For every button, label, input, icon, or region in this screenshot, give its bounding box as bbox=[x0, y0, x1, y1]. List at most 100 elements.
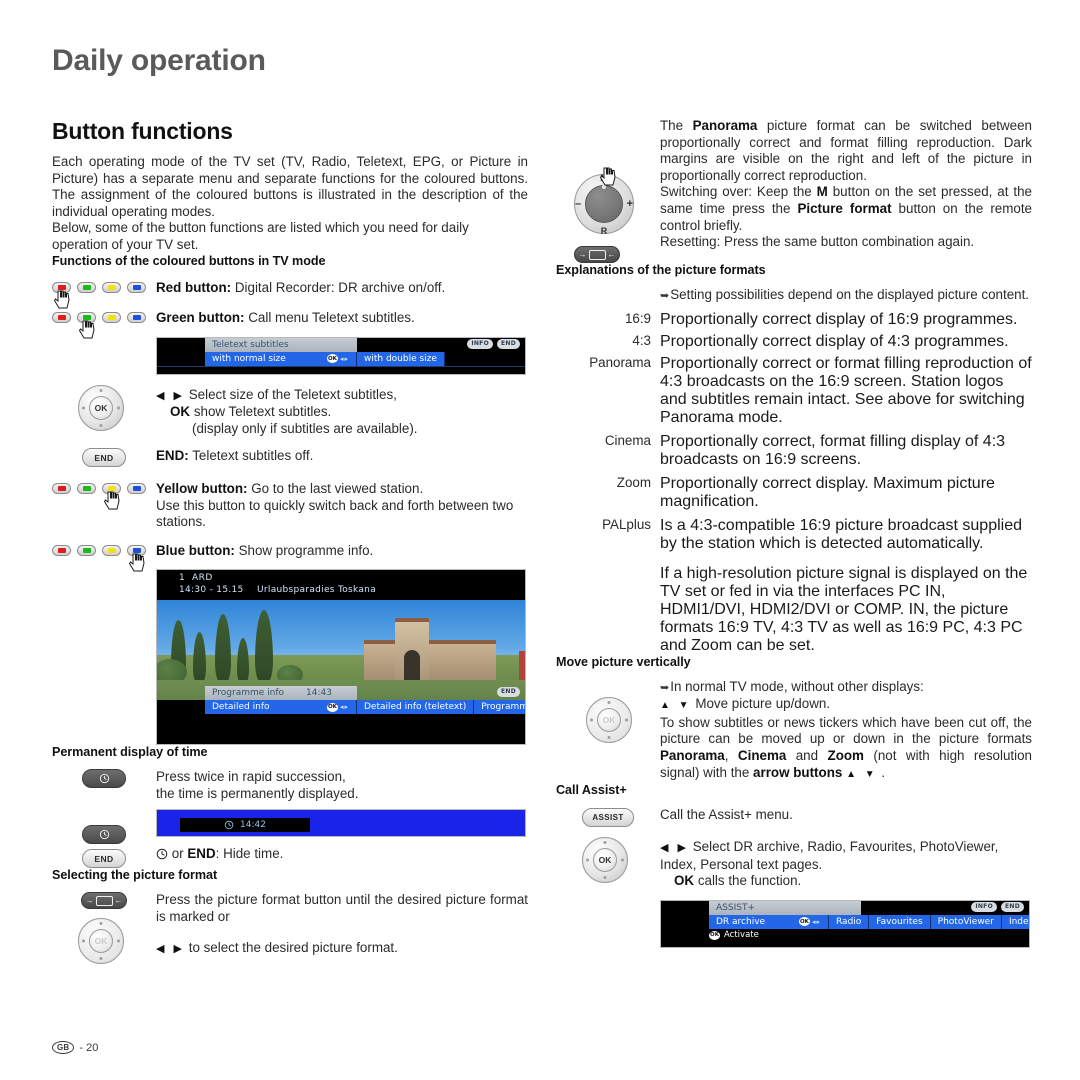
move-hint: ➥ In normal TV mode, without other displa… bbox=[660, 678, 924, 694]
green-button-description: Green button: Call menu Teletext subtitl… bbox=[156, 310, 528, 327]
osd-channel-line: 1 ARD bbox=[179, 573, 525, 583]
red-button-icon[interactable] bbox=[52, 312, 71, 324]
ok-label: OK bbox=[170, 404, 191, 420]
end-key-icon[interactable]: END bbox=[82, 849, 126, 869]
ok-navigation-hint: OK ◂▸ bbox=[326, 702, 349, 712]
format-definition: Proportionally correct display. Maximum … bbox=[660, 474, 995, 510]
ok-button-icon[interactable]: OK bbox=[597, 707, 621, 732]
osd-title: ASSIST+ bbox=[709, 900, 861, 915]
red-button-icon[interactable] bbox=[52, 483, 71, 495]
subheading-explanations-formats: Explanations of the picture formats bbox=[556, 263, 766, 277]
left-right-arrow-icons: ◀ ▶ bbox=[156, 943, 185, 956]
osd-item-detailed-info-teletext[interactable]: Detailed info (teletext) bbox=[357, 700, 475, 715]
time-press-line-2: the time is permanently displayed. bbox=[156, 786, 359, 801]
colour-button-strip-green[interactable] bbox=[52, 312, 156, 339]
osd-item-photoviewer[interactable]: PhotoViewer bbox=[930, 914, 1002, 929]
ok-label: OK bbox=[674, 873, 695, 889]
navigation-pad-ok-icon[interactable]: OK bbox=[78, 918, 124, 965]
ok-chip-icon: OK bbox=[326, 354, 338, 364]
time-press-line-1: Press twice in rapid succession, bbox=[156, 769, 346, 785]
end-key-icon[interactable]: END bbox=[82, 448, 126, 468]
yellow-button-icon[interactable] bbox=[102, 281, 121, 293]
osd-bottom-rule bbox=[157, 365, 525, 370]
osd-item-radio[interactable]: Radio bbox=[829, 914, 870, 929]
osd-channel-name: ARD bbox=[191, 573, 213, 584]
blue-button-icon[interactable] bbox=[127, 312, 146, 324]
clock-glyph-icon bbox=[99, 774, 109, 784]
osd-footer: OK Activate bbox=[661, 928, 1029, 942]
up-down-arrow-icons: ▲ ▼ bbox=[846, 768, 878, 780]
blue-button-icon[interactable] bbox=[127, 281, 146, 293]
end-key-hint: END bbox=[1000, 901, 1024, 912]
red-button-icon[interactable] bbox=[52, 544, 71, 556]
dial-plus-label: + bbox=[626, 198, 633, 210]
format-row-cinema: Cinema Proportionally correct, format fi… bbox=[556, 433, 1032, 469]
green-button-icon[interactable] bbox=[77, 544, 96, 556]
assist-select-row: OK ◀ ▶ Select DR archive, Radio, Favouri… bbox=[556, 837, 1032, 890]
manual-page: Daily operation Button functions Each op… bbox=[0, 0, 1080, 1080]
osd-selected-item[interactable]: Detailed info OK ◂▸ bbox=[205, 700, 357, 715]
assist-key-icon[interactable]: ASSIST bbox=[582, 808, 634, 828]
clock-key-icon[interactable] bbox=[82, 769, 126, 789]
left-column: Button functions Each operating mode of … bbox=[52, 118, 528, 965]
arrow-right-glyph: → bbox=[85, 895, 94, 905]
osd-activate-label: Activate bbox=[724, 930, 759, 941]
blue-button-row: Blue button: Show programme info. bbox=[52, 543, 528, 572]
clock-key-icon[interactable] bbox=[82, 824, 126, 844]
green-button-row: Green button: Call menu Teletext subtitl… bbox=[52, 310, 528, 339]
picture-format-line-2: ◀ ▶ to select the desired picture format… bbox=[156, 940, 398, 956]
programme-info-osd: 1 ARD 14:30 - 15.15 Urlaubsparadies Toska… bbox=[156, 569, 526, 746]
navigation-pad-ok-icon[interactable]: OK bbox=[586, 696, 632, 743]
hires-note-row: If a high-resolution picture signal is d… bbox=[556, 565, 1032, 655]
clock-glyph-icon bbox=[99, 829, 109, 839]
blue-button-description: Blue button: Show programme info. bbox=[156, 543, 528, 560]
yellow-button-icon[interactable] bbox=[102, 312, 121, 324]
osd-item-programme-preview[interactable]: Programme preview bbox=[474, 700, 525, 715]
osd-programme-line: 14:30 - 15.15 Urlaubsparadies Toskana bbox=[179, 585, 525, 595]
blue-button-icon[interactable] bbox=[127, 483, 146, 495]
blue-button-icon[interactable] bbox=[127, 544, 146, 556]
hide-time-line: or END: Hide time. bbox=[156, 846, 528, 863]
format-definition: Proportionally correct, format filling d… bbox=[660, 432, 1006, 468]
move-body-paragraph: To show subtitles or news tickers which … bbox=[660, 714, 1032, 780]
osd-selected-item[interactable]: with normal size OK ◂▸ bbox=[205, 351, 357, 366]
red-button-icon[interactable] bbox=[52, 281, 71, 293]
left-right-arrows-icon: ◂▸ bbox=[339, 703, 349, 712]
colour-button-strip-yellow[interactable] bbox=[52, 483, 156, 510]
yellow-button-row: Yellow button: Go to the last viewed sta… bbox=[52, 481, 528, 531]
colour-button-strip-red[interactable] bbox=[52, 281, 156, 309]
picture-format-key-icon[interactable]: → ← bbox=[81, 892, 127, 910]
page-title: Daily operation bbox=[52, 44, 266, 77]
osd-item-favourites[interactable]: Favourites bbox=[869, 914, 931, 929]
select-size-row: OK ◀ ▶ Select size of the Teletext subti… bbox=[52, 384, 528, 438]
time-osd-row: END 14:42 or END: Hide time. bbox=[52, 808, 528, 869]
arrow-left-glyph: ← bbox=[114, 895, 123, 905]
tv-set-dial-icon[interactable]: M R – + bbox=[574, 167, 634, 236]
green-button-icon[interactable] bbox=[77, 312, 96, 324]
move-picture-row: OK ➥ In normal TV mode, without other dis… bbox=[556, 679, 1032, 784]
navigation-pad-ok-icon[interactable]: OK bbox=[582, 837, 628, 884]
format-term: Panorama bbox=[589, 354, 651, 370]
yellow-button-icon[interactable] bbox=[102, 544, 121, 556]
green-button-label: Green button: bbox=[156, 310, 245, 326]
ok-button-icon[interactable]: OK bbox=[89, 395, 113, 420]
yellow-button-icon[interactable] bbox=[102, 483, 121, 495]
picture-format-key-icon[interactable]: → ← bbox=[574, 246, 620, 263]
left-right-arrows-icon: ◂▸ bbox=[339, 354, 349, 363]
osd-programme-title: Urlaubsparadies Toskana bbox=[257, 585, 377, 596]
green-button-icon[interactable] bbox=[77, 281, 96, 293]
osd-time-value: 14:42 bbox=[240, 819, 266, 830]
osd-item-index[interactable]: Index bbox=[1001, 914, 1029, 929]
ok-chip-icon: OK bbox=[709, 930, 720, 940]
arrow-hint-icon: ➥ bbox=[660, 290, 669, 302]
red-button-description: Red button: Digital Recorder: DR archive… bbox=[156, 280, 528, 297]
osd-selected-item[interactable]: DR archive OK ◂▸ bbox=[709, 914, 829, 929]
ok-button-icon[interactable]: OK bbox=[89, 929, 113, 954]
section-heading-button-functions: Button functions bbox=[52, 118, 233, 144]
assist-call-line: Call the Assist+ menu. bbox=[660, 807, 793, 823]
osd-item-double-size[interactable]: with double size bbox=[357, 351, 445, 366]
colour-button-strip-blue[interactable] bbox=[52, 544, 156, 572]
ok-button-icon[interactable]: OK bbox=[593, 848, 617, 873]
green-button-icon[interactable] bbox=[77, 483, 96, 495]
navigation-pad-ok-icon[interactable]: OK bbox=[78, 384, 124, 431]
